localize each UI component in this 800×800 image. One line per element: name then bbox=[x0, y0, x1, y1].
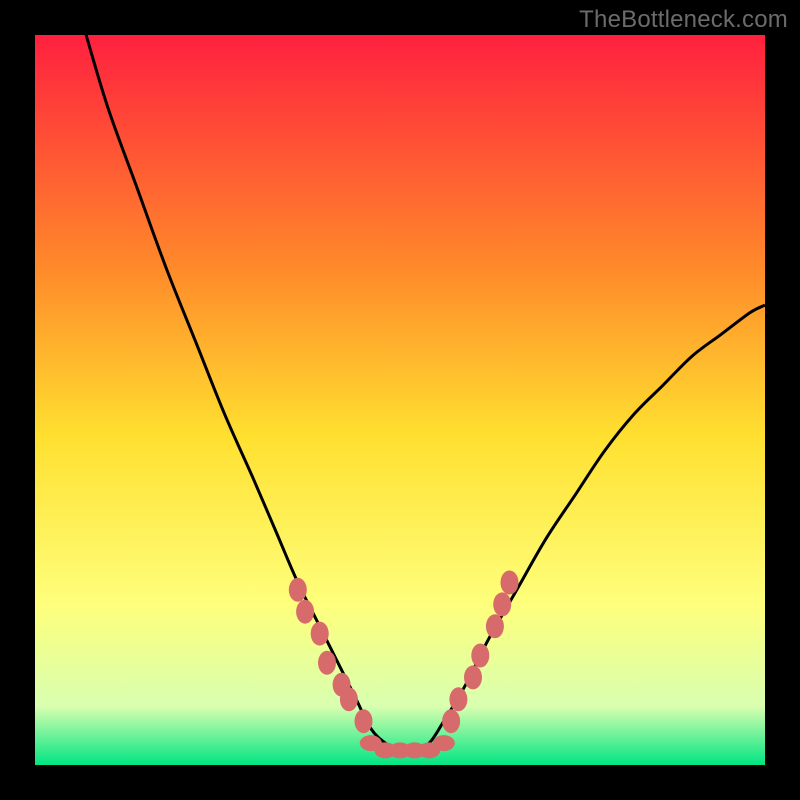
data-marker bbox=[318, 651, 336, 675]
bottleneck-chart bbox=[35, 35, 765, 765]
data-marker bbox=[433, 735, 455, 751]
data-marker bbox=[486, 614, 504, 638]
plot-area bbox=[35, 35, 765, 765]
data-marker bbox=[296, 600, 314, 624]
data-marker bbox=[501, 571, 519, 595]
watermark-text: TheBottleneck.com bbox=[579, 6, 788, 34]
data-marker bbox=[340, 687, 358, 711]
data-marker bbox=[449, 687, 467, 711]
data-marker bbox=[355, 709, 373, 733]
data-marker bbox=[289, 578, 307, 602]
data-marker bbox=[311, 622, 329, 646]
chart-frame: TheBottleneck.com bbox=[0, 0, 800, 800]
gradient-background bbox=[35, 35, 765, 765]
data-marker bbox=[464, 665, 482, 689]
data-marker bbox=[442, 709, 460, 733]
data-marker bbox=[471, 644, 489, 668]
data-marker bbox=[493, 592, 511, 616]
